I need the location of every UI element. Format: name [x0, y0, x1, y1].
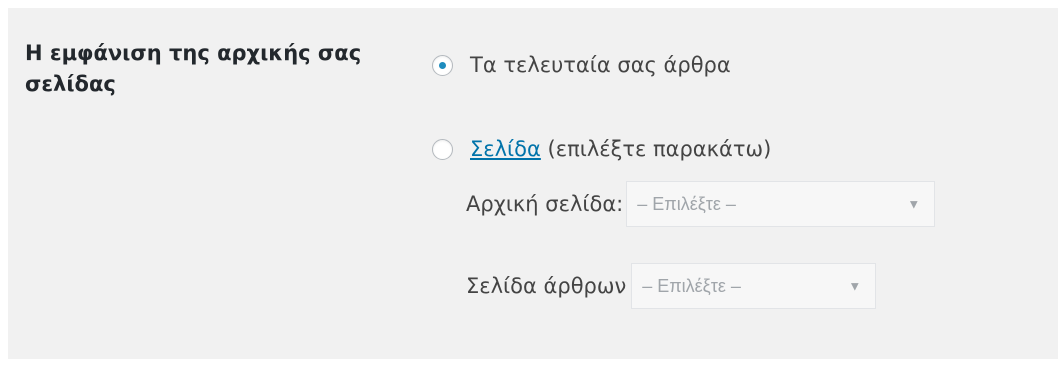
radio-static-page[interactable]: [432, 138, 453, 160]
option-static-page[interactable]: Σελίδα (επιλέξτε παρακάτω): [432, 132, 771, 166]
front-page-label: Αρχική σελίδα:: [466, 192, 624, 216]
settings-panel: Η εμφάνιση της αρχικής σας σελίδας Τα τε…: [8, 8, 1058, 359]
radio-latest-posts[interactable]: [432, 54, 453, 76]
posts-page-select[interactable]: – Επιλέξτε – ▼: [631, 263, 877, 309]
static-page-suffix: (επιλέξτε παρακάτω): [540, 137, 772, 161]
chevron-down-icon: ▼: [848, 278, 862, 294]
option-static-page-label: Σελίδα (επιλέξτε παρακάτω): [470, 137, 771, 161]
posts-page-label: Σελίδα άρθρων: [466, 274, 627, 298]
posts-page-row: Σελίδα άρθρων – Επιλέξτε – ▼: [466, 263, 877, 309]
setting-label: Η εμφάνιση της αρχικής σας σελίδας: [25, 41, 362, 96]
option-latest-posts[interactable]: Τα τελευταία σας άρθρα: [432, 48, 731, 82]
front-page-select[interactable]: – Επιλέξτε – ▼: [626, 181, 936, 227]
posts-page-selected-value: – Επιλέξτε –: [642, 275, 741, 296]
option-latest-posts-label[interactable]: Τα τελευταία σας άρθρα: [470, 53, 731, 77]
front-page-selected-value: – Επιλέξτε –: [637, 193, 736, 214]
chevron-down-icon: ▼: [907, 196, 921, 212]
static-page-link[interactable]: Σελίδα: [470, 137, 541, 161]
front-page-row: Αρχική σελίδα: – Επιλέξτε – ▼: [466, 181, 936, 227]
radio-selected-dot: [439, 61, 446, 69]
